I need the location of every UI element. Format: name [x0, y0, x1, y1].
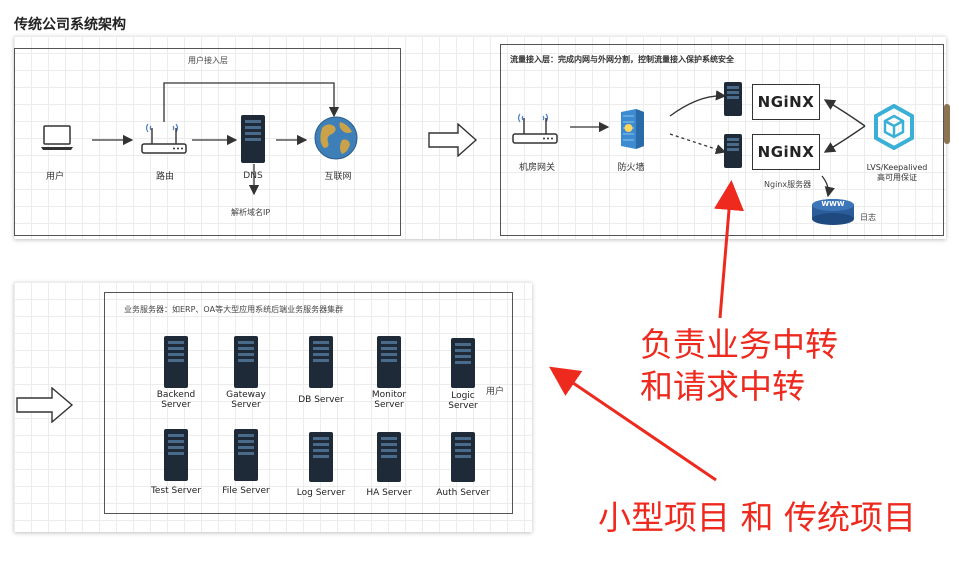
annotation-relay-line1: 负责业务中转 — [640, 325, 838, 364]
annotation-project-types: 小型项目 和 传统项目 — [598, 498, 916, 537]
annotation-relay-line2: 和请求中转 — [640, 367, 805, 406]
red-annotation-arrows — [549, 180, 744, 482]
